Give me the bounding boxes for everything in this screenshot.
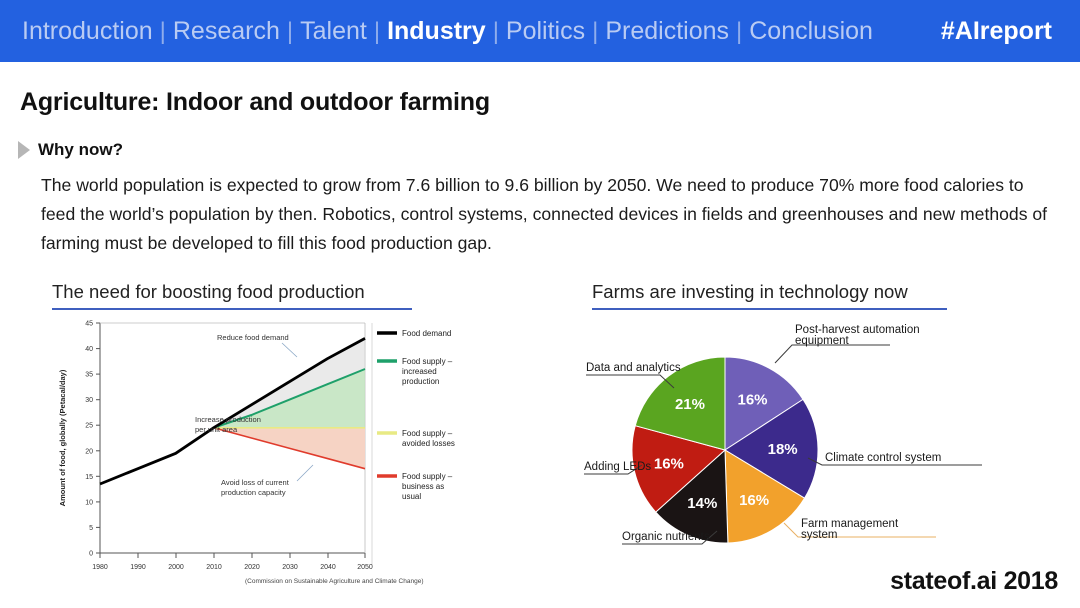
- nav-separator: |: [159, 17, 166, 45]
- svg-text:25: 25: [85, 423, 93, 430]
- svg-text:20: 20: [85, 448, 93, 455]
- svg-text:40: 40: [85, 346, 93, 353]
- svg-text:35: 35: [85, 372, 93, 379]
- report-hashtag: #AIreport: [940, 16, 1052, 45]
- svg-text:system: system: [801, 529, 837, 541]
- svg-text:Food supply –: Food supply –: [402, 357, 453, 366]
- svg-text:2050: 2050: [357, 564, 373, 571]
- page-title: Agriculture: Indoor and outdoor farming: [20, 88, 490, 116]
- farm-technology-pie-svg: 16%18%16%14%16%21% Post-harvest automati…: [570, 315, 1060, 580]
- svg-text:Climate control system: Climate control system: [825, 452, 941, 464]
- svg-text:2000: 2000: [168, 564, 184, 571]
- svg-text:production: production: [402, 377, 439, 386]
- nav-separator: |: [286, 17, 294, 45]
- nav-item-conclusion[interactable]: Conclusion: [749, 17, 873, 46]
- svg-text:2030: 2030: [282, 564, 298, 571]
- nav-item-politics[interactable]: Politics: [506, 17, 585, 46]
- pie-slice-value-label: 16%: [739, 492, 769, 509]
- brand-footer: stateof.ai 2018: [890, 567, 1058, 595]
- pie-slice-value-label: 16%: [654, 455, 684, 472]
- y-axis-title: Amount of food, globally (Petacal/day): [58, 369, 67, 506]
- svg-text:Increase production: Increase production: [195, 415, 261, 424]
- svg-text:Avoid loss of current: Avoid loss of current: [221, 478, 290, 487]
- food-production-svg: 0 5 10 15 20 25 30 35 40 45 Amount of fo…: [45, 315, 475, 595]
- svg-text:Organic nutrients: Organic nutrients: [622, 531, 710, 543]
- callout-adding-leds: Adding LEDs: [584, 461, 651, 475]
- nav-item-research[interactable]: Research: [173, 17, 280, 46]
- svg-text:Food supply –: Food supply –: [402, 429, 453, 438]
- nav-item-list: Introduction | Research | Talent | Indus…: [22, 17, 873, 46]
- svg-text:1980: 1980: [92, 564, 108, 571]
- why-now-heading: Why now?: [18, 140, 123, 160]
- pie-slice-value-label: 14%: [687, 495, 717, 512]
- food-production-area-chart: 0 5 10 15 20 25 30 35 40 45 Amount of fo…: [45, 315, 475, 595]
- svg-text:45: 45: [85, 321, 93, 328]
- svg-text:usual: usual: [402, 492, 421, 501]
- svg-text:1990: 1990: [130, 564, 146, 571]
- left-subheading-rule: [52, 308, 412, 310]
- svg-text:0: 0: [89, 551, 93, 558]
- svg-text:Food supply –: Food supply –: [402, 472, 453, 481]
- pie-slice-value-label: 16%: [738, 391, 768, 408]
- svg-text:equipment: equipment: [795, 335, 850, 347]
- svg-text:30: 30: [85, 397, 93, 404]
- svg-text:per unit area: per unit area: [195, 425, 238, 434]
- svg-text:Reduce food demand: Reduce food demand: [217, 333, 289, 342]
- nav-item-predictions[interactable]: Predictions: [605, 17, 729, 46]
- pie-slice-value-label: 21%: [675, 396, 705, 413]
- svg-text:increased: increased: [402, 367, 437, 376]
- pie-slice-value-label: 18%: [768, 441, 798, 458]
- svg-text:Data and analytics: Data and analytics: [586, 362, 681, 374]
- nav-item-industry[interactable]: Industry: [387, 17, 486, 46]
- body-paragraph: The world population is expected to grow…: [41, 175, 1048, 253]
- nav-separator: |: [736, 17, 743, 45]
- right-chart-subheading-text: Farms are investing in technology now: [592, 281, 908, 302]
- top-navigation-bar: Introduction | Research | Talent | Indus…: [0, 0, 1080, 62]
- svg-text:Food demand: Food demand: [402, 329, 451, 338]
- svg-text:avoided losses: avoided losses: [402, 439, 455, 448]
- nav-separator: |: [492, 17, 499, 45]
- farm-technology-pie-chart: 16% 18% 16% 14% 16% 21% Post-harvest automati…: [570, 315, 1060, 580]
- triangle-bullet-icon: [18, 141, 30, 159]
- svg-text:Adding LEDs: Adding LEDs: [584, 461, 651, 473]
- svg-text:2040: 2040: [320, 564, 336, 571]
- svg-text:5: 5: [89, 525, 93, 532]
- left-chart-subheading-text: The need for boosting food production: [52, 281, 365, 302]
- nav-separator: |: [373, 17, 381, 45]
- svg-text:2020: 2020: [244, 564, 260, 571]
- nav-item-introduction[interactable]: Introduction: [22, 17, 153, 46]
- right-subheading-rule: [592, 308, 947, 310]
- svg-text:production capacity: production capacity: [221, 488, 286, 497]
- svg-text:business as: business as: [402, 482, 444, 491]
- svg-text:10: 10: [85, 499, 93, 506]
- left-chart-subheading: The need for boosting food production: [52, 281, 412, 314]
- chart-source-note: (Commission on Sustainable Agriculture a…: [245, 578, 423, 585]
- nav-separator: |: [592, 17, 599, 45]
- right-chart-subheading: Farms are investing in technology now: [592, 281, 947, 314]
- nav-item-talent[interactable]: Talent: [300, 17, 367, 46]
- why-now-label: Why now?: [38, 140, 123, 159]
- callout-organic-nutrients: Organic nutrients: [622, 530, 718, 545]
- svg-text:15: 15: [85, 474, 93, 481]
- svg-text:2010: 2010: [206, 564, 222, 571]
